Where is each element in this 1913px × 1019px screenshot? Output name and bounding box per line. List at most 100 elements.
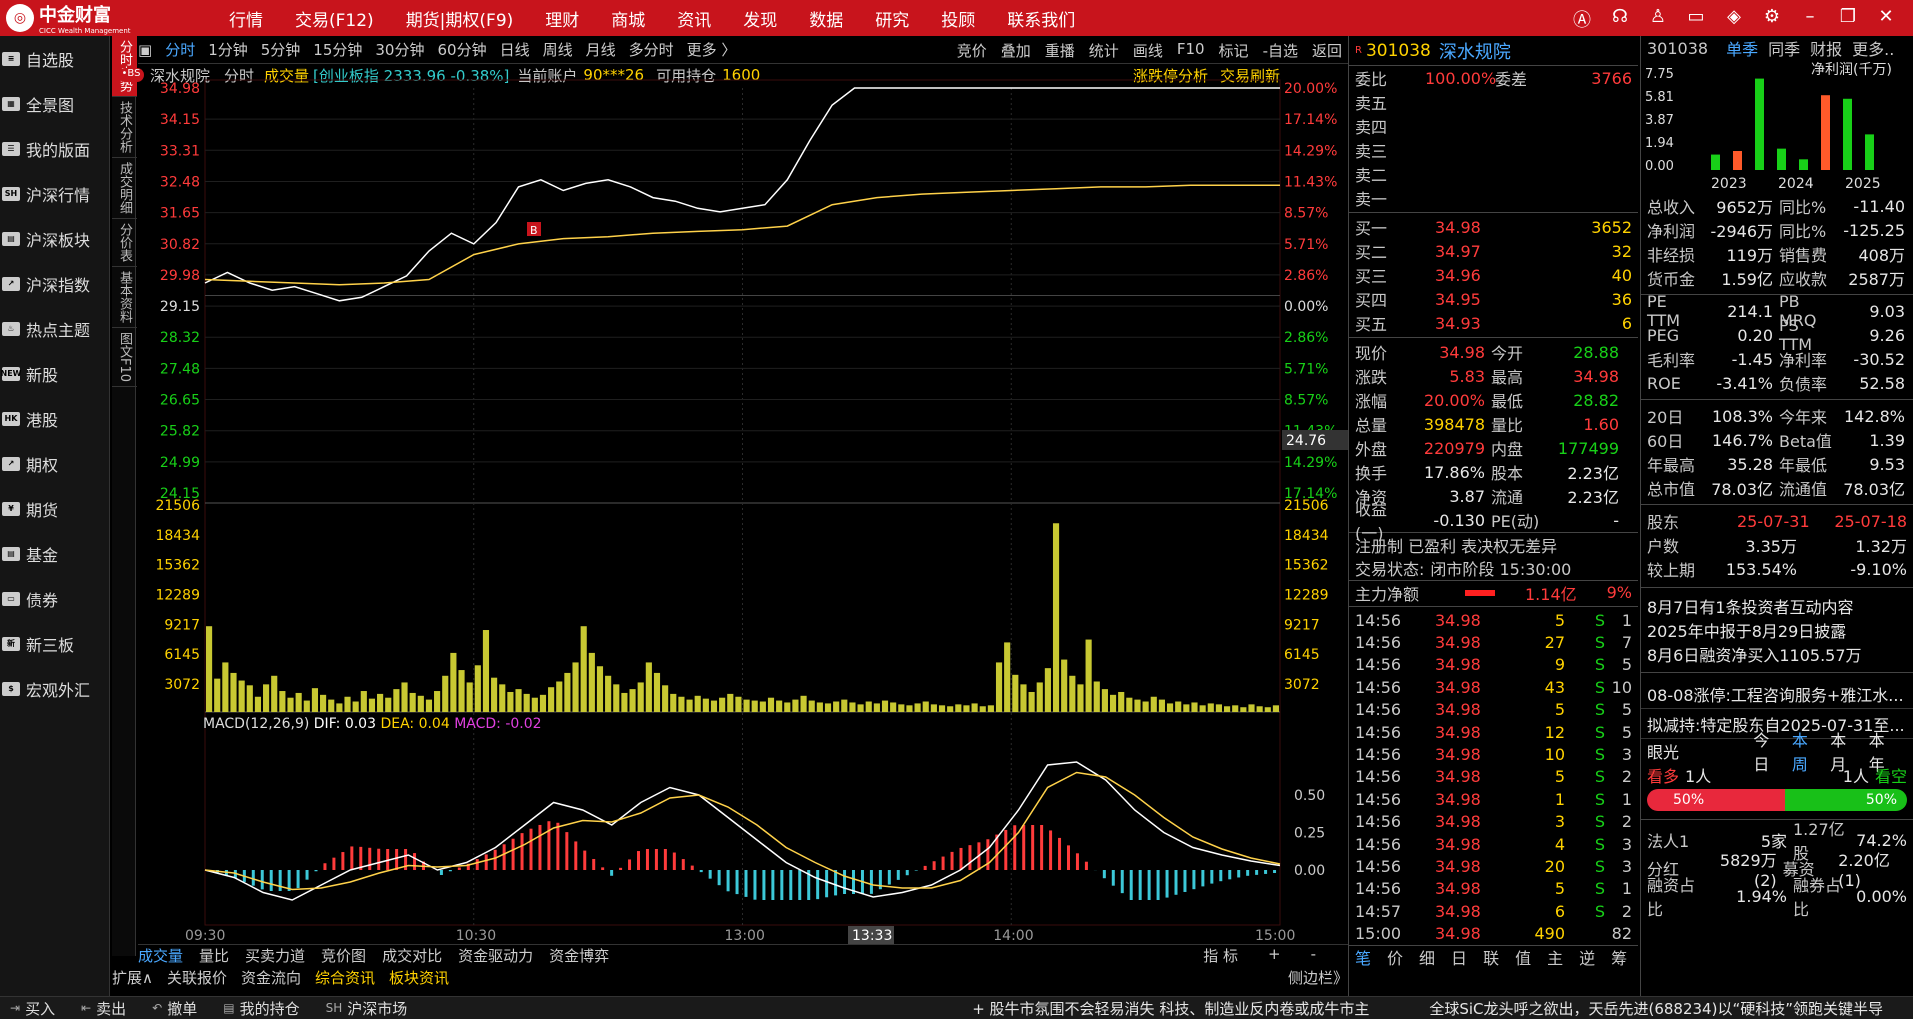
volume-tick-right: 18434 [1284,528,1329,544]
volume-bar [515,689,522,712]
macd-bar [1120,870,1124,894]
indicator-tab-1[interactable]: 量比 [199,945,229,966]
macd-bar [395,849,399,870]
gear-icon[interactable]: ⚙ [1753,6,1791,32]
indicator-control-1[interactable]: + [1268,945,1281,966]
tick-tab-3[interactable]: 日 [1451,945,1467,969]
fin-tab-3[interactable]: 更多.. [1852,36,1894,60]
main-flow-row[interactable]: 主力净额 1.14亿 9% [1349,580,1638,604]
buy-row-1[interactable]: 买二 34.97 32 [1349,239,1638,263]
bottom-action-icon: ⇥ [10,1001,21,1015]
ext-tab-2[interactable]: 资金流向 [241,967,301,988]
financial-panel: 301038 单季 同季 财报 更多.. 净利润(千万) 7.75 5.81 3.87 1.94 0… [1640,36,1913,996]
user-icon[interactable]: ♙ [1639,6,1677,32]
tick-tab-1[interactable]: 价 [1387,945,1403,969]
event-item-0[interactable]: 08-08涨停:工程咨询服务+雅江水... [1641,679,1913,709]
sell-row-2[interactable]: 卖三 [1349,138,1638,162]
tick-count: 3 [1621,856,1632,876]
buy-row-3[interactable]: 买四 34.95 36 [1349,287,1638,311]
tick-tab-4[interactable]: 联 [1483,945,1499,969]
box-icon[interactable]: ◈ [1715,6,1753,32]
stat-label: 现价 [1355,344,1388,363]
ext-tab-0[interactable]: 扩展∧ [112,967,153,988]
volume-bar [1101,689,1108,712]
pct-tick: 5.71% [1284,361,1328,377]
event-text: 08-08涨停:工程咨询服务+雅江水... [1647,685,1904,705]
indicator-tab-5[interactable]: 资金驱动力 [458,945,533,966]
buy-row-4[interactable]: 买五 34.93 6 [1349,311,1638,335]
volume-bar [1077,684,1084,712]
news-item-0[interactable]: 8月7日有1条投资者互动内容 [1641,594,1913,618]
volume-bar [1004,642,1011,712]
headset-icon[interactable]: ☊ [1601,6,1639,32]
perf-row-value: 146.7% [1711,430,1773,450]
fin-tab-2[interactable]: 财报 [1810,36,1842,60]
fin-bar [1799,159,1808,170]
bottom-action-1[interactable]: ⇤ 卖出 [81,998,126,1019]
indicator-tab-2[interactable]: 买卖力道 [245,945,305,966]
tick-tab-7[interactable]: 逆 [1579,945,1595,969]
bottom-action-0[interactable]: ⇥ 买入 [10,998,55,1019]
fin-row-value: -2946万 [1710,222,1774,241]
stock-title[interactable]: 深水规院 [1439,38,1511,64]
indicator-control-2[interactable]: - [1311,945,1316,966]
macd-legend[interactable]: MACD(12,26,9) DIF: 0.03 DEA: 0.04 MACD: … [203,716,542,732]
tick-price: 34.98 [1435,677,1481,697]
buy-vol: 3652 [1591,217,1632,237]
fin-tab-0[interactable]: 单季 [1726,36,1758,60]
vision-bar[interactable]: 50% 50% [1641,787,1913,813]
intraday-chart[interactable]: 34.98 20.00% 34.15 17.14% 33.31 14.29% 32.48 11… [0,0,1348,970]
perf-row-value: 108.3% [1711,406,1773,426]
ai-icon[interactable]: Ⓐ [1563,6,1601,32]
macd-bar [690,865,694,870]
indicator-tab-3[interactable]: 竞价图 [321,945,366,966]
indicator-tab-6[interactable]: 资金博弈 [549,945,609,966]
sell-row-3[interactable]: 卖二 [1349,162,1638,186]
buy-row-0[interactable]: 买一 34.98 3652 [1349,215,1638,239]
indicator-tab-0[interactable]: 成交量 [138,945,183,966]
news-ticker-2[interactable]: 全球SiC龙头呼之欲出，天岳先进(688234)以“硬科技”领跑关键半导 [1429,998,1883,1019]
fin-tab-1[interactable]: 同季 [1768,36,1800,60]
tick-tab-8[interactable]: 筹 [1611,945,1627,969]
minimize-icon[interactable]: – [1791,6,1829,32]
news-item-2[interactable]: 8月6日融资净买入1105.57万 [1641,642,1913,666]
sell-row-0[interactable]: 卖五 [1349,90,1638,114]
ext-tab-4[interactable]: 板块资讯 [389,967,449,988]
vision-tab-0[interactable]: 今日 [1753,727,1781,775]
tick-time: 14:56 [1355,812,1402,832]
vision-tab-1[interactable]: 本周 [1792,727,1820,775]
tick-tab-6[interactable]: 主 [1547,945,1563,969]
sell-row-1[interactable]: 卖四 [1349,114,1638,138]
sell-row-4[interactable]: 卖一 [1349,186,1638,210]
tick-price: 34.98 [1435,700,1481,720]
tick-tab-5[interactable]: 值 [1515,945,1531,969]
bottom-action-2[interactable]: ↶ 撤单 [152,998,197,1019]
news-ticker[interactable]: + 股牛市氛围不会轻易消失 科技、制造业反内卷或成牛市主 [972,998,1369,1019]
indicator-tab-4[interactable]: 成交对比 [382,945,442,966]
close-icon[interactable]: ✕ [1867,6,1905,32]
fin-code: 301038 [1647,38,1709,58]
screen-icon[interactable]: ▭ [1677,6,1715,32]
restore-icon[interactable]: ❐ [1829,6,1867,32]
bottom-action-4[interactable]: SH 沪深市场 [326,998,408,1019]
tick-tab-0[interactable]: 笔 [1355,945,1371,969]
val-row-1: PEG 0.20 PS TTM 9.26 [1641,316,1913,354]
news-item-1[interactable]: 2025年中报于8月29日披露 [1641,618,1913,642]
bull-bar[interactable]: 50% [1647,789,1785,811]
sidebar-toggle[interactable]: 侧边栏》 [1288,967,1348,988]
tick-tab-2[interactable]: 细 [1419,945,1435,969]
perf-row-0: 20日 108.3% 今年来 142.8% [1641,404,1913,428]
bear-bar[interactable]: 50% [1785,789,1907,811]
buy-row-2[interactable]: 买三 34.96 40 [1349,263,1638,287]
fin-year: 2024 [1778,176,1814,190]
holders-date-2: 25-07-18 [1834,511,1907,531]
bottom-action-3[interactable]: ▤ 我的持仓 [223,998,299,1019]
macd-bar [744,870,748,897]
ext-tab-3[interactable]: 综合资讯 [315,967,375,988]
stat-value: -0.130 [1433,510,1485,530]
indicator-control-0[interactable]: 指 标 [1203,945,1238,966]
weibi-row: 委比 100.00% 委差 3766 [1349,66,1638,90]
val-row-3: ROE -3.41% 负债率 52.58 [1641,371,1913,395]
ext-tab-1[interactable]: 关联报价 [167,967,227,988]
volume-bar [450,652,457,712]
